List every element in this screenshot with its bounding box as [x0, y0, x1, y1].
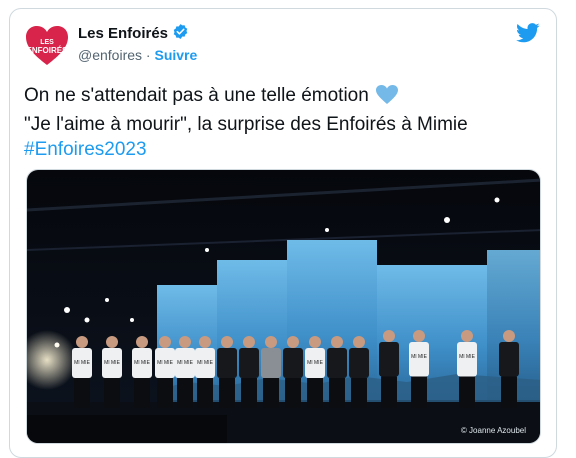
avatar-text-top: LES [40, 39, 54, 46]
performer-body [379, 342, 399, 377]
performer-legs [241, 378, 257, 408]
performer-body [239, 348, 259, 378]
performer-legs [381, 376, 397, 408]
shirt-text: MI MIE [157, 360, 173, 366]
tweet-line-2: "Je l'aime à mourir", la surprise des En… [24, 114, 468, 135]
tweet-line-1-text: On ne s'attendait pas à une telle émotio… [24, 85, 369, 106]
handle-row: @enfoires · Suivre [78, 47, 197, 63]
concert-stage-photo: MI MIE MI MIE MI MIE MI MIE MI MIE MI MIE MI M… [27, 170, 540, 443]
avatar-text-bottom: ENFOIRÉS [27, 46, 69, 55]
performer-legs [285, 378, 301, 408]
performer-legs [263, 378, 279, 408]
performer-head [76, 336, 88, 348]
performer-head [243, 336, 255, 348]
shirt-text: MI MIE [307, 360, 323, 366]
performer-body [327, 348, 347, 378]
verified-badge-icon [172, 23, 189, 44]
performer-legs [197, 378, 213, 408]
performer-head [159, 336, 171, 348]
performer-head [461, 330, 473, 342]
performer-head [221, 336, 233, 348]
shirt-text: MI MIE [411, 354, 427, 360]
shirt-text: MI MIE [459, 354, 475, 360]
shirt-text: MI MIE [177, 360, 193, 366]
performer-head [199, 336, 211, 348]
performer-head [331, 336, 343, 348]
tweet-photo[interactable]: MI MIE MI MIE MI MIE MI MIE MI MIE MI MIE MI M… [26, 169, 541, 444]
performer-legs [104, 378, 120, 408]
performer-legs [411, 376, 427, 408]
photo-credit: © Joanne Azoubel [460, 426, 526, 435]
shirt-text: MI MIE [104, 360, 120, 366]
performer-legs [501, 376, 517, 408]
handle[interactable]: @enfoires [78, 47, 142, 63]
performer-body [217, 348, 237, 378]
performer-legs [329, 378, 345, 408]
performer-head [383, 330, 395, 342]
performer-body [499, 342, 519, 377]
tweet-card[interactable]: LES ENFOIRÉS Les Enfoirés @enfoires · Su… [9, 8, 557, 458]
performer-head [106, 336, 118, 348]
performer-head [413, 330, 425, 342]
display-name-row[interactable]: Les Enfoirés [78, 23, 189, 44]
follow-link[interactable]: Suivre [154, 47, 197, 63]
performer-legs [157, 378, 173, 408]
display-name[interactable]: Les Enfoirés [78, 25, 168, 42]
performer-legs [219, 378, 235, 408]
tweet-text: On ne s'attendait pas à une telle émotio… [24, 83, 544, 162]
performer-head [287, 336, 299, 348]
blue-heart-emoji-icon [375, 84, 399, 112]
performer-legs [177, 378, 193, 408]
performer-legs [74, 378, 90, 408]
performer-body [261, 348, 281, 378]
performer-body [283, 348, 303, 378]
avatar[interactable]: LES ENFOIRÉS [24, 25, 70, 67]
performer-legs [459, 376, 475, 408]
performer-body [349, 348, 369, 378]
performer-head [503, 330, 515, 342]
hashtag-link[interactable]: #Enfoires2023 [24, 137, 544, 162]
performer-head [265, 336, 277, 348]
performer-legs [351, 378, 367, 408]
twitter-bird-icon[interactable] [516, 23, 540, 48]
shirt-text: MI MIE [134, 360, 150, 366]
separator-dot: · [142, 47, 155, 63]
performer-legs [134, 378, 150, 408]
performer-head [179, 336, 191, 348]
performer-head [353, 336, 365, 348]
performer-head [136, 336, 148, 348]
shirt-text: MI MIE [74, 360, 90, 366]
performer-legs [307, 378, 323, 408]
shirt-text: MI MIE [197, 360, 213, 366]
tweet-line-1: On ne s'attendait pas à une telle émotio… [24, 83, 544, 112]
performer-head [309, 336, 321, 348]
